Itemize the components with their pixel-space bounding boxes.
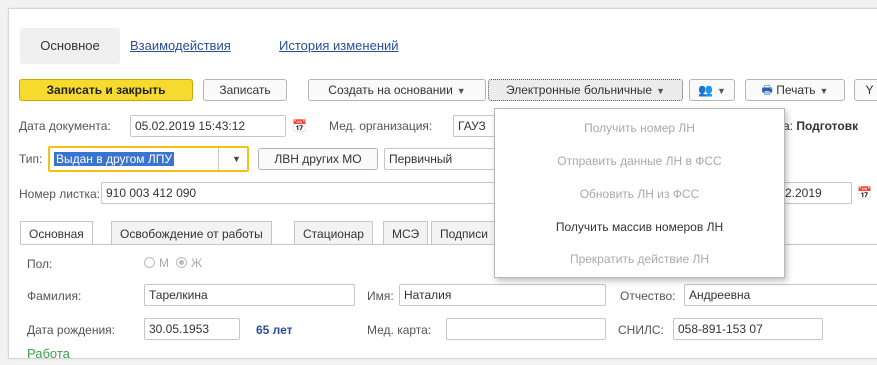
menu-item-update-ln-from-fss[interactable]: Обновить ЛН из ФСС bbox=[495, 184, 784, 204]
electronic-sick-leaves-menu: Получить номер ЛН Отправить данные ЛН в … bbox=[494, 108, 785, 278]
tab-interactions[interactable]: Взаимодействия bbox=[130, 28, 231, 64]
name-input[interactable]: Наталия bbox=[399, 284, 606, 306]
patronymic-input[interactable]: Андреевна bbox=[684, 284, 877, 306]
more-button[interactable]: Y bbox=[854, 79, 877, 101]
type-label: Тип: bbox=[19, 152, 43, 166]
sheet-number-input[interactable]: 910 003 412 090 bbox=[101, 182, 494, 204]
menu-item-get-ln-number-array[interactable]: Получить массив номеров ЛН bbox=[495, 217, 784, 237]
divider bbox=[218, 148, 219, 170]
menu-item-get-ln-number[interactable]: Получить номер ЛН bbox=[495, 118, 784, 138]
medcard-input[interactable] bbox=[446, 318, 606, 340]
tab-main[interactable]: Основное bbox=[20, 28, 120, 64]
tab-hospital[interactable]: Стационар bbox=[294, 221, 373, 245]
radio-icon bbox=[144, 257, 155, 268]
calendar-icon[interactable]: 📅 bbox=[857, 186, 872, 200]
menu-item-terminate-ln[interactable]: Прекратить действие ЛН bbox=[495, 249, 784, 269]
tab-mse[interactable]: МСЭ bbox=[383, 221, 429, 245]
end-date-input[interactable]: 2.2019 bbox=[783, 182, 852, 204]
status-value: Подготовк bbox=[796, 119, 859, 133]
tab-basic[interactable]: Основная bbox=[20, 221, 93, 245]
printer-icon: 🖶 bbox=[761, 83, 773, 97]
status-label: а: Подготовк bbox=[783, 119, 858, 133]
radio-selected-icon bbox=[176, 257, 187, 268]
calendar-icon[interactable]: 📅 bbox=[292, 119, 307, 133]
save-button[interactable]: Записать bbox=[203, 79, 287, 101]
type-select[interactable]: Выдан в другом ЛПУ ▼ bbox=[48, 146, 249, 172]
surname-input[interactable]: Тарелкина bbox=[144, 284, 355, 306]
doc-date-input[interactable]: 05.02.2019 15:43:12 bbox=[130, 115, 286, 137]
surname-label: Фамилия: bbox=[27, 289, 82, 303]
doc-date-label: Дата документа: bbox=[19, 119, 111, 133]
patronymic-label: Отчество: bbox=[620, 289, 676, 303]
gender-label: Пол: bbox=[27, 257, 53, 271]
birth-date-label: Дата рождения: bbox=[27, 323, 115, 337]
chevron-down-icon: ▼ bbox=[456, 86, 466, 96]
print-button[interactable]: 🖶 Печать ▼ bbox=[745, 79, 845, 101]
chevron-down-icon: ▼ bbox=[656, 86, 665, 96]
create-based-label: Создать на основании bbox=[328, 83, 453, 97]
gender-radio-m[interactable]: М bbox=[144, 256, 169, 270]
document-window: Основное Взаимодействия История изменени… bbox=[8, 8, 877, 359]
medcard-label: Мед. карта: bbox=[367, 323, 432, 337]
name-label: Имя: bbox=[367, 289, 394, 303]
gender-radio-f[interactable]: Ж bbox=[176, 256, 202, 270]
tab-signatures[interactable]: Подписи bbox=[431, 221, 494, 245]
users-menu-button[interactable]: 👥 ▼ bbox=[689, 79, 735, 101]
chevron-down-icon[interactable]: ▼ bbox=[232, 148, 241, 170]
gender-f-label: Ж bbox=[191, 256, 203, 270]
save-and-close-button[interactable]: Записать и закрыть bbox=[19, 79, 193, 101]
birth-date-input[interactable]: 30.05.1953 bbox=[144, 318, 240, 340]
primary-select[interactable]: Первичный bbox=[384, 148, 494, 170]
snils-label: СНИЛС: bbox=[618, 323, 664, 337]
chevron-down-icon: ▼ bbox=[819, 86, 829, 96]
chevron-down-icon: ▼ bbox=[717, 86, 726, 96]
tab-work-release[interactable]: Освобождение от работы bbox=[111, 221, 272, 245]
electronic-sick-leaves-button[interactable]: Электронные больничные ▼ bbox=[488, 79, 683, 101]
med-org-input[interactable]: ГАУЗ bbox=[453, 115, 495, 137]
type-value: Выдан в другом ЛПУ bbox=[54, 152, 175, 166]
electronic-sick-leaves-label: Электронные больничные bbox=[506, 83, 653, 97]
menu-item-send-ln-to-fss[interactable]: Отправить данные ЛН в ФСС bbox=[495, 151, 784, 171]
create-based-on-button[interactable]: Создать на основании ▼ bbox=[308, 79, 486, 101]
users-icon: 👥 bbox=[698, 83, 714, 97]
print-label: Печать bbox=[776, 83, 816, 97]
sheet-number-label: Номер листка: bbox=[19, 187, 100, 201]
med-org-label: Мед. организация: bbox=[329, 119, 433, 133]
tab-change-history[interactable]: История изменений bbox=[279, 28, 399, 64]
gender-m-label: М bbox=[159, 256, 169, 270]
age-text: 65 лет bbox=[256, 323, 293, 337]
lvn-other-mo-button[interactable]: ЛВН других МО bbox=[258, 148, 378, 170]
snils-input[interactable]: 058-891-153 07 bbox=[673, 318, 823, 340]
work-section-link[interactable]: Работа bbox=[27, 346, 70, 358]
